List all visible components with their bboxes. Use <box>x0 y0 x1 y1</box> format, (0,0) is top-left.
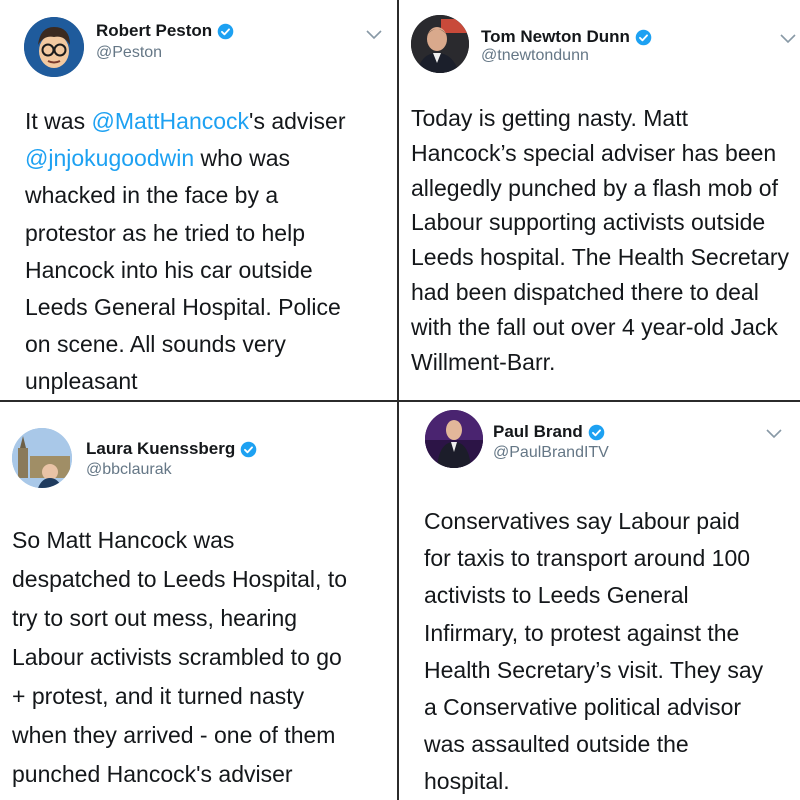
tweet-text-line: try to sort out mess, hearing <box>12 605 298 631</box>
tweet-card-kuenssberg: Laura Kuenssberg @bbclaurak So Matt Hanc… <box>0 402 397 800</box>
author-name[interactable]: Paul Brand <box>493 422 583 442</box>
author-name[interactable]: Robert Peston <box>96 21 212 41</box>
person-photo-icon <box>411 15 469 73</box>
chevron-down-icon[interactable] <box>766 429 782 439</box>
author-name-row: Tom Newton Dunn <box>481 27 652 47</box>
tweet-text-line: Hancock’s special adviser has been <box>411 139 777 166</box>
verified-badge-icon <box>217 23 234 39</box>
tweet-text-line: Labour activists scrambled to go <box>12 644 342 670</box>
text-fragment: It was <box>25 108 92 134</box>
person-photo-icon <box>12 428 72 488</box>
tweet-text-line: Hancock into his car outside <box>25 256 313 283</box>
author-name-row: Paul Brand <box>493 422 605 442</box>
avatar[interactable] <box>411 15 469 73</box>
tweet-text-line: Conservatives say Labour paid <box>424 508 740 534</box>
tweet-text-line: Today is getting nasty. Matt <box>411 105 688 131</box>
tweet-card-newton-dunn: Tom Newton Dunn @tnewtondunn Today is ge… <box>399 0 800 400</box>
chevron-down-icon[interactable] <box>366 30 382 40</box>
text-fragment: 's adviser <box>249 108 346 134</box>
tweet-text-line: protestor as he tried to help <box>25 219 305 246</box>
tweet-card-brand: Paul Brand @PaulBrandITV Conservatives s… <box>399 402 800 800</box>
avatar[interactable] <box>425 410 483 468</box>
tweet-text-line: Labour supporting activists outside <box>411 209 766 236</box>
mention-link[interactable]: @jnjokugoodwin <box>25 145 194 171</box>
tweet-text-line: activists to Leeds General <box>424 582 689 609</box>
person-photo-icon <box>425 410 483 468</box>
author-name-row: Robert Peston <box>96 21 234 41</box>
tweet-text-line: unpleasant <box>25 368 138 395</box>
tweet-text-line: + protest, and it turned nasty <box>12 683 305 709</box>
verified-badge-icon <box>635 29 652 45</box>
cartoon-avatar-icon <box>24 17 84 77</box>
tweet-text-line: with the fall out over 4 year-old Jack <box>411 313 778 340</box>
tweet-text-line: hospital. <box>424 768 510 795</box>
author-handle[interactable]: @PaulBrandITV <box>493 444 609 462</box>
tweet-text-line: was assaulted outside the <box>424 731 689 758</box>
tweet-screenshot-collage: Robert Peston @Peston It was @MattHancoc… <box>0 0 800 800</box>
tweet-text-line: It was @MattHancock's adviser <box>25 103 345 140</box>
avatar[interactable] <box>24 17 84 77</box>
tweet-text-line: Willment-Barr. <box>411 348 556 375</box>
author-handle[interactable]: @bbclaurak <box>86 461 172 479</box>
tweet-text-line: So Matt Hancock was <box>12 527 235 553</box>
tweet-text-line: Health Secretary’s visit. They say <box>424 656 764 683</box>
tweet-text-line: punched Hancock's adviser <box>12 761 293 787</box>
tweet-text-line: a Conservative political advisor <box>424 694 742 721</box>
author-name[interactable]: Tom Newton Dunn <box>481 27 630 47</box>
tweet-text-line: Leeds hospital. The Health Secretary <box>411 244 790 271</box>
tweet-text-line: allegedly punched by a flash mob of <box>411 174 778 201</box>
tweet-text: So Matt Hancock was despatched to Leeds … <box>12 521 347 794</box>
tweet-text-line: for taxis to transport around 100 <box>424 545 751 572</box>
tweet-text-line: on scene. All sounds very <box>25 331 286 358</box>
tweet-text-line: when they arrived - one of them <box>12 722 336 748</box>
tweet-text-line: had been dispatched there to deal <box>411 278 759 305</box>
author-name-row: Laura Kuenssberg <box>86 439 257 459</box>
tweet-text-line: Infirmary, to protest against the <box>424 619 740 646</box>
tweet-text: Conservatives say Labour paid for taxis … <box>424 503 763 800</box>
tweet-text-line: whacked in the face by a <box>25 182 279 209</box>
tweet-text: It was @MattHancock's adviser @jnjokugoo… <box>25 103 345 400</box>
chevron-down-icon[interactable] <box>780 34 796 44</box>
verified-badge-icon <box>240 441 257 457</box>
author-name[interactable]: Laura Kuenssberg <box>86 439 235 459</box>
tweet-card-peston: Robert Peston @Peston It was @MattHancoc… <box>0 0 397 400</box>
mention-link[interactable]: @MattHancock <box>91 108 249 134</box>
tweet-text: Today is getting nasty. Matt Hancock’s s… <box>411 101 789 379</box>
tweet-text-line: despatched to Leeds Hospital, to <box>12 566 348 592</box>
text-fragment: who was <box>194 145 291 172</box>
author-handle[interactable]: @Peston <box>96 44 162 62</box>
horizontal-divider <box>0 400 800 402</box>
verified-badge-icon <box>588 424 605 440</box>
author-handle[interactable]: @tnewtondunn <box>481 47 589 65</box>
tweet-text-line: @jnjokugoodwin who was <box>25 140 345 177</box>
avatar[interactable] <box>12 428 72 488</box>
tweet-text-line: Leeds General Hospital. Police <box>25 294 341 321</box>
